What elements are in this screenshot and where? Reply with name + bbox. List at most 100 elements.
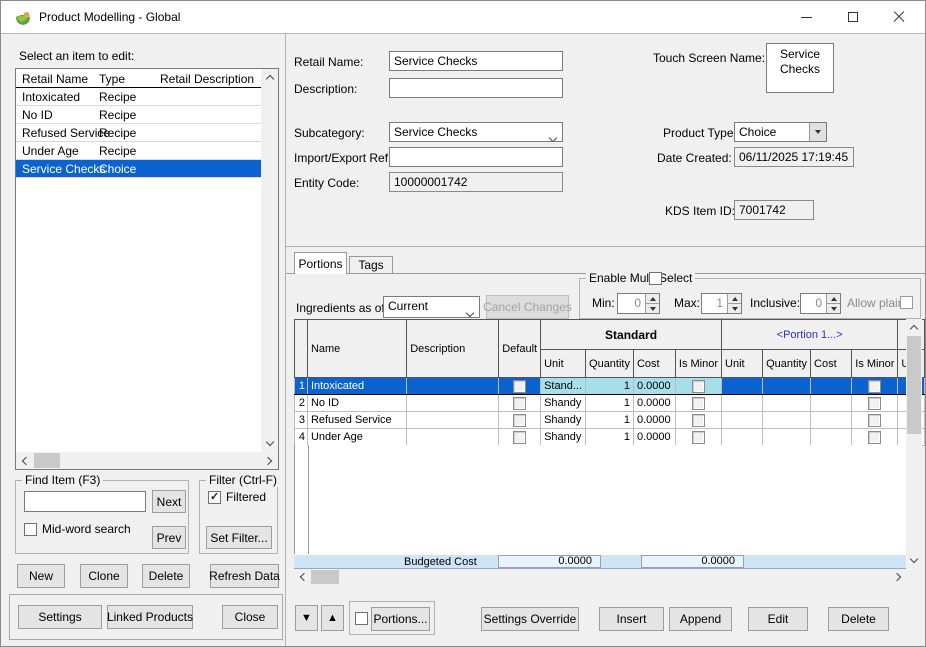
cancel-changes-button[interactable]: Cancel Changes xyxy=(486,295,569,319)
linked-products-button[interactable]: Linked Products xyxy=(107,605,193,629)
quantity-p1-cell[interactable] xyxy=(763,378,811,395)
edit-button[interactable]: Edit xyxy=(748,607,808,631)
quantity-cell[interactable]: 1 xyxy=(586,395,634,412)
is-minor-p1-cell[interactable] xyxy=(852,395,898,412)
max-spinner[interactable]: 1 xyxy=(701,293,742,314)
is-minor-p1-checkbox[interactable] xyxy=(868,431,881,444)
grid-group-standard[interactable]: Standard xyxy=(541,320,722,350)
min-spinner[interactable]: 0 xyxy=(617,293,660,314)
minimize-button[interactable] xyxy=(784,1,829,33)
quantity-p1-cell[interactable] xyxy=(763,429,811,446)
move-up-button[interactable]: ▲ xyxy=(321,605,344,631)
description-cell[interactable] xyxy=(407,412,499,429)
max-up-icon[interactable] xyxy=(728,294,741,304)
default-checkbox[interactable] xyxy=(513,431,526,444)
cost-p1-cell[interactable] xyxy=(811,395,852,412)
unit-cell[interactable]: Shandy xyxy=(541,429,586,446)
quantity-cell[interactable]: 1 xyxy=(586,412,634,429)
grid-header-is-minor-p1[interactable]: Is Minor xyxy=(852,350,898,378)
column-retail-name[interactable]: Retail Name xyxy=(22,72,88,86)
grid-row-under-age[interactable]: 4 Under Age Shandy 1 0.0000 xyxy=(295,429,925,446)
find-next-button[interactable]: Next xyxy=(152,490,186,513)
move-down-button[interactable]: ▼ xyxy=(295,605,318,631)
ingredient-name-cell[interactable]: Under Age xyxy=(307,429,406,446)
portions-button[interactable]: Portions... xyxy=(371,607,430,631)
is-minor-p1-checkbox[interactable] xyxy=(868,414,881,427)
quantity-cell[interactable]: 1 xyxy=(586,378,634,395)
unit-p1-cell[interactable] xyxy=(722,429,763,446)
tab-portions[interactable]: Portions xyxy=(294,252,347,274)
default-checkbox[interactable] xyxy=(513,414,526,427)
quantity-p1-cell[interactable] xyxy=(763,395,811,412)
portions-checkbox[interactable] xyxy=(355,612,368,625)
grid-header-description[interactable]: Description xyxy=(407,320,499,378)
unit-cell[interactable]: Shandy xyxy=(541,395,586,412)
insert-button[interactable]: Insert xyxy=(599,607,664,631)
grid-header-is-minor[interactable]: Is Minor xyxy=(675,350,721,378)
cost-cell[interactable]: 0.0000 xyxy=(633,395,675,412)
import-export-ref-input[interactable] xyxy=(389,147,563,167)
list-item-intoxicated[interactable]: Intoxicated Recipe xyxy=(16,88,262,106)
default-cell[interactable] xyxy=(499,412,541,429)
scroll-up-icon[interactable] xyxy=(906,319,922,335)
scroll-down-icon[interactable] xyxy=(906,552,922,568)
column-retail-description[interactable]: Retail Description xyxy=(160,72,254,86)
is-minor-cell[interactable] xyxy=(675,429,721,446)
allow-plain-checkbox[interactable] xyxy=(900,296,913,309)
description-input[interactable] xyxy=(389,78,563,98)
ingredient-name-cell[interactable]: No ID xyxy=(307,395,406,412)
subcategory-dropdown[interactable]: Service Checks xyxy=(389,122,563,142)
is-minor-checkbox[interactable] xyxy=(692,397,705,410)
inclusive-up-icon[interactable] xyxy=(827,294,840,304)
is-minor-cell[interactable] xyxy=(675,395,721,412)
is-minor-p1-cell[interactable] xyxy=(852,412,898,429)
default-cell[interactable] xyxy=(499,429,541,446)
description-cell[interactable] xyxy=(407,429,499,446)
grid-header-unit[interactable]: Unit xyxy=(541,350,586,378)
grid-header-cost[interactable]: Cost xyxy=(633,350,675,378)
grid-row-refused-service[interactable]: 3 Refused Service Shandy 1 0.0000 xyxy=(295,412,925,429)
ingredient-name-cell[interactable]: Refused Service xyxy=(307,412,406,429)
list-item-refused-service[interactable]: Refused Service Recipe xyxy=(16,124,262,142)
is-minor-p1-cell[interactable] xyxy=(852,429,898,446)
cost-cell[interactable]: 0.0000 xyxy=(633,429,675,446)
close-window-button[interactable] xyxy=(876,1,921,33)
is-minor-cell[interactable] xyxy=(675,378,721,395)
list-item-service-checks-selected[interactable]: Service Checks Choice xyxy=(16,160,262,178)
column-type[interactable]: Type xyxy=(99,72,125,86)
inclusive-spinner[interactable]: 0 xyxy=(800,293,841,314)
unit-p1-cell[interactable] xyxy=(722,412,763,429)
unit-cell[interactable]: Shandy xyxy=(541,412,586,429)
quantity-p1-cell[interactable] xyxy=(763,412,811,429)
close-button[interactable]: Close xyxy=(222,605,278,629)
cost-cell[interactable]: 0.0000 xyxy=(633,412,675,429)
find-prev-button[interactable]: Prev xyxy=(152,526,186,549)
default-cell[interactable] xyxy=(499,395,541,412)
mid-word-search-checkbox[interactable] xyxy=(24,523,37,536)
quantity-cell[interactable]: 1 xyxy=(586,429,634,446)
unit-cell[interactable]: Stand... xyxy=(541,378,586,395)
settings-button[interactable]: Settings xyxy=(18,605,102,629)
min-up-icon[interactable] xyxy=(646,294,659,304)
filtered-checkbox[interactable] xyxy=(208,491,221,504)
clone-button[interactable]: Clone xyxy=(80,564,128,588)
find-item-input[interactable] xyxy=(24,491,146,512)
grid-header-name[interactable]: Name xyxy=(307,320,406,378)
tab-tags[interactable]: Tags xyxy=(349,256,393,273)
description-cell[interactable] xyxy=(407,395,499,412)
default-checkbox[interactable] xyxy=(513,380,526,393)
is-minor-checkbox[interactable] xyxy=(692,380,705,393)
is-minor-p1-cell[interactable] xyxy=(852,378,898,395)
grid-header-unit-p1[interactable]: Unit xyxy=(722,350,763,378)
scroll-right-icon[interactable] xyxy=(261,452,278,469)
cost-cell[interactable]: 0.0000 xyxy=(633,378,675,395)
grid-row-no-id[interactable]: 2 No ID Shandy 1 0.0000 xyxy=(295,395,925,412)
list-vertical-scrollbar[interactable] xyxy=(261,69,278,452)
grid-vscroll-thumb[interactable] xyxy=(907,336,921,434)
is-minor-p1-checkbox[interactable] xyxy=(868,397,881,410)
unit-p1-cell[interactable] xyxy=(722,378,763,395)
is-minor-cell[interactable] xyxy=(675,412,721,429)
unit-p1-cell[interactable] xyxy=(722,395,763,412)
scroll-left-icon[interactable] xyxy=(294,569,310,585)
max-down-icon[interactable] xyxy=(728,304,741,313)
